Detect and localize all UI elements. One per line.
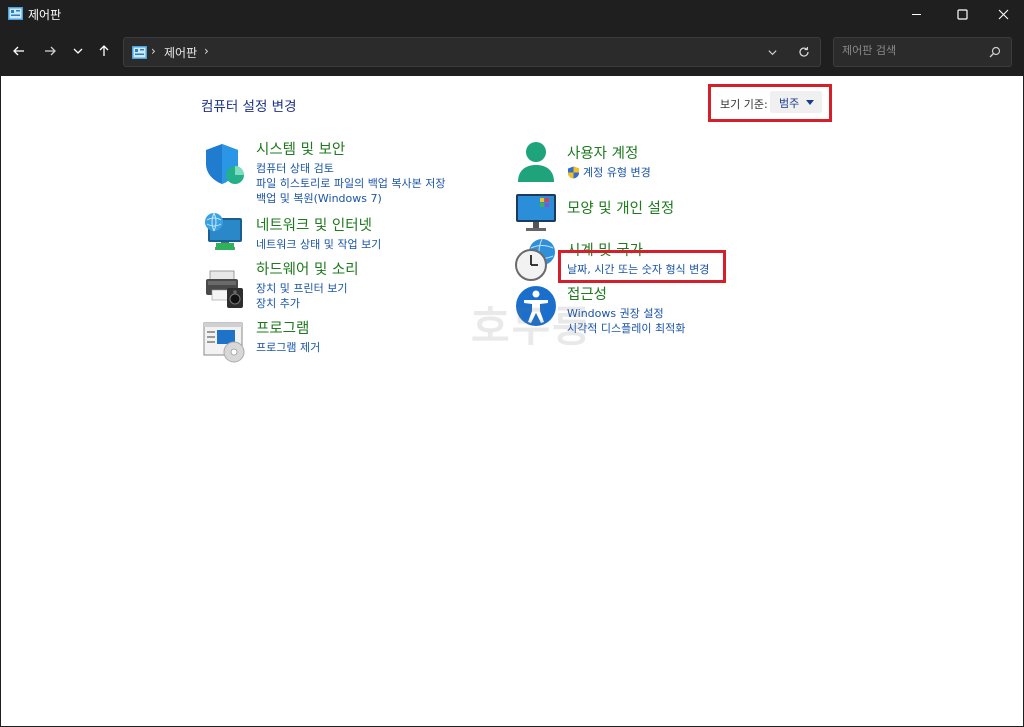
category-title[interactable]: 사용자 계정: [567, 142, 651, 163]
recent-locations-button[interactable]: [68, 41, 88, 61]
link-file-history[interactable]: 파일 히스토리로 파일의 백업 복사본 저장: [256, 176, 446, 191]
link-devices-printers[interactable]: 장치 및 프린터 보기: [256, 281, 359, 296]
category-title[interactable]: 모양 및 개인 설정: [567, 197, 674, 218]
title-bar[interactable]: 제어판: [0, 0, 1024, 28]
maximize-button[interactable]: [939, 0, 985, 28]
forward-button[interactable]: [40, 41, 60, 61]
maximize-icon: [956, 8, 968, 20]
page-title: 컴퓨터 설정 변경: [201, 99, 297, 115]
printer-speaker-icon[interactable]: [202, 266, 246, 310]
network-globe-icon[interactable]: [202, 210, 246, 254]
up-button[interactable]: [94, 41, 114, 61]
category-appearance: 모양 및 개인 설정: [567, 197, 674, 220]
breadcrumb-control-panel[interactable]: 제어판: [164, 44, 197, 61]
category-system-security: 시스템 및 보안 컴퓨터 상태 검토 파일 히스토리로 파일의 백업 복사본 저…: [256, 138, 446, 206]
close-button[interactable]: [980, 0, 1024, 28]
navigation-bar: › 제어판 ›: [0, 28, 1024, 76]
caret-down-icon: [806, 100, 814, 105]
category-user-accounts: 사용자 계정 계정 유형 변경: [567, 142, 651, 180]
refresh-button[interactable]: [796, 44, 812, 60]
chevron-down-icon: [767, 49, 777, 55]
uac-shield-icon: [568, 166, 579, 179]
search-icon[interactable]: [989, 46, 1001, 58]
watermark-text: 호두룽: [471, 302, 593, 351]
view-by-value: 범주: [779, 97, 800, 110]
category-hardware-sound: 하드웨어 및 소리 장치 및 프린터 보기 장치 추가: [256, 258, 359, 311]
control-panel-icon: [132, 46, 147, 59]
chevron-down-icon: [73, 48, 83, 54]
view-by-dropdown[interactable]: 범주: [770, 91, 822, 113]
category-title[interactable]: 네트워크 및 인터넷: [256, 214, 381, 235]
search-box[interactable]: [833, 37, 1012, 67]
view-by-label: 보기 기준:: [720, 98, 768, 111]
link-add-device[interactable]: 장치 추가: [256, 296, 359, 311]
category-title[interactable]: 프로그램: [256, 317, 320, 338]
minimize-icon: [911, 13, 921, 15]
link-label: 계정 유형 변경: [583, 166, 651, 179]
content-area: 컴퓨터 설정 변경 보기 기준: 범주 시스템 및 보안 컴퓨터 상태 검토 파…: [1, 76, 1023, 726]
link-change-account-type[interactable]: 계정 유형 변경: [567, 165, 651, 180]
breadcrumb-separator-icon[interactable]: ›: [204, 44, 209, 58]
breadcrumb-separator-icon[interactable]: ›: [151, 44, 156, 58]
arrow-up-icon: [99, 45, 109, 56]
link-backup-restore[interactable]: 백업 및 복원(Windows 7): [256, 191, 446, 206]
clock-globe-icon[interactable]: [514, 238, 558, 282]
control-panel-window: 제어판 › 제어판 › 제어판 검색 컴퓨터 설정 변경 보기 기준: 범주 시…: [0, 0, 1024, 727]
date-time-highlight: [558, 250, 726, 283]
back-button[interactable]: [9, 41, 29, 61]
programs-icon[interactable]: [202, 319, 246, 363]
monitor-icon[interactable]: [514, 190, 558, 234]
control-panel-icon: [8, 7, 23, 20]
search-input[interactable]: [842, 44, 982, 57]
category-network-internet: 네트워크 및 인터넷 네트워크 상태 및 작업 보기: [256, 214, 381, 252]
link-uninstall-program[interactable]: 프로그램 제거: [256, 340, 320, 355]
arrow-left-icon: [13, 46, 24, 56]
category-programs: 프로그램 프로그램 제거: [256, 317, 320, 355]
arrow-right-icon: [45, 46, 56, 56]
window-title: 제어판: [28, 8, 62, 22]
close-icon: [998, 9, 1008, 19]
refresh-icon: [799, 46, 809, 57]
category-title[interactable]: 시스템 및 보안: [256, 138, 446, 159]
link-network-status[interactable]: 네트워크 상태 및 작업 보기: [256, 237, 381, 252]
link-review-status[interactable]: 컴퓨터 상태 검토: [256, 161, 446, 176]
category-title[interactable]: 하드웨어 및 소리: [256, 258, 359, 279]
minimize-button[interactable]: [893, 0, 939, 28]
address-bar[interactable]: › 제어판 ›: [123, 37, 821, 67]
shield-icon[interactable]: [202, 142, 246, 186]
address-dropdown-button[interactable]: [764, 44, 780, 60]
user-icon[interactable]: [514, 140, 558, 184]
